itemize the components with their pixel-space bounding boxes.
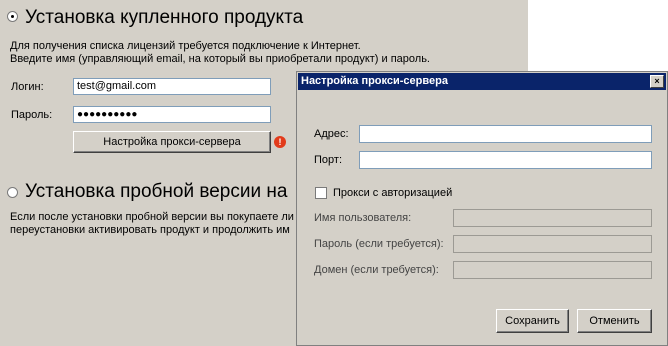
login-label: Логин: — [11, 81, 44, 93]
dialog-title: Настройка прокси-сервера — [301, 75, 448, 87]
warning-icon: ! — [274, 136, 286, 148]
trial-version-radio[interactable] — [7, 187, 18, 198]
trial-desc-line2: переустановки активировать продукт и про… — [10, 224, 290, 236]
proxy-settings-dialog: Настройка прокси-сервера × Адрес: Порт: … — [296, 71, 668, 346]
port-label: Порт: — [314, 154, 342, 166]
trial-desc-line1: Если после установки пробной версии вы п… — [10, 211, 294, 223]
password-label: Пароль: — [11, 109, 53, 121]
purchased-product-title: Установка купленного продукта — [25, 7, 304, 28]
purchased-product-radio[interactable] — [7, 11, 18, 22]
username-input — [453, 209, 652, 227]
proxy-settings-button[interactable]: Настройка прокси-сервера — [73, 131, 271, 153]
port-input[interactable] — [359, 151, 652, 169]
username-label: Имя пользователя: — [314, 212, 412, 224]
purchased-desc-line2: Введите имя (управляющий email, на котор… — [10, 53, 430, 65]
purchased-desc-line1: Для получения списка лицензий требуется … — [10, 40, 361, 52]
cancel-button[interactable]: Отменить — [577, 309, 652, 333]
proxy-auth-label: Прокси с авторизацией — [333, 187, 453, 199]
domain-input — [453, 261, 652, 279]
address-input[interactable] — [359, 125, 652, 143]
address-label: Адрес: — [314, 128, 349, 140]
domain-label: Домен (если требуется): — [314, 264, 439, 276]
proxy-auth-checkbox[interactable] — [315, 187, 327, 199]
save-button[interactable]: Сохранить — [496, 309, 569, 333]
login-input[interactable]: test@gmail.com — [73, 78, 271, 95]
dialog-title-bar[interactable]: Настройка прокси-сервера × — [298, 73, 666, 90]
proxy-password-label: Пароль (если требуется): — [314, 238, 444, 250]
close-icon[interactable]: × — [650, 75, 664, 88]
trial-version-title: Установка пробной версии на — [25, 181, 288, 202]
password-input[interactable]: ●●●●●●●●●● — [73, 106, 271, 123]
proxy-password-input — [453, 235, 652, 253]
